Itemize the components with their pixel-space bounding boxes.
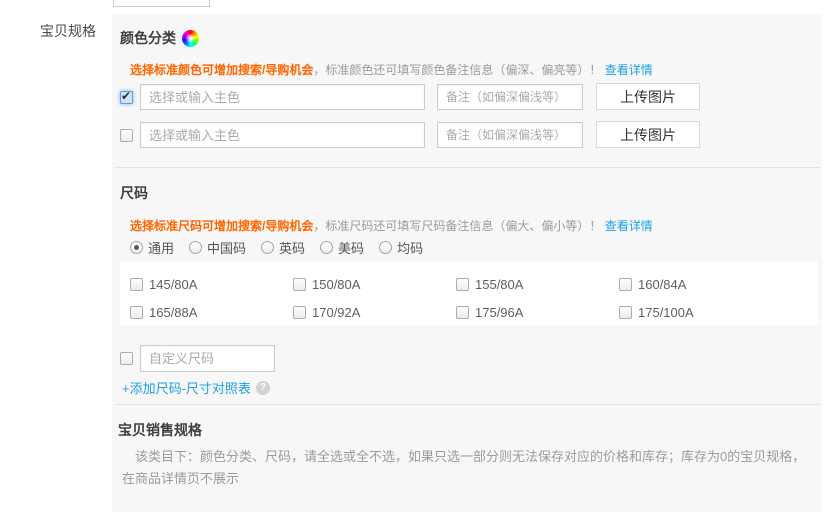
color-row-1: ✔ xyxy=(120,91,134,105)
upload-image-button[interactable]: 上传图片 xyxy=(596,121,700,148)
upload-image-button[interactable]: 上传图片 xyxy=(596,83,700,110)
radio-label: 通用 xyxy=(148,238,174,257)
custom-size-input[interactable] xyxy=(140,345,275,372)
size-standard-option[interactable]: 美码 xyxy=(320,238,364,257)
size-standard-option[interactable]: 通用 xyxy=(130,238,174,257)
size-option[interactable]: 145/80A xyxy=(130,270,293,298)
radio-icon[interactable] xyxy=(320,241,333,254)
radio-label: 中国码 xyxy=(207,238,246,257)
size-detail-link[interactable]: 查看详情 xyxy=(605,219,653,233)
help-icon[interactable]: ? xyxy=(256,381,270,395)
add-size-chart-link[interactable]: +添加尺码-尺寸对照表 xyxy=(122,378,251,397)
custom-size-row xyxy=(120,352,134,366)
size-standard-radios: 通用 中国码 英码 美码 均码 xyxy=(130,238,423,257)
size-notice: 选择标准尺码可增加搜索/导购机会，标准尺码还可填写尺码备注信息（偏大、偏小等）！… xyxy=(130,217,653,234)
divider xyxy=(114,404,820,405)
color-notice-highlight: 选择标准颜色可增加搜索/导购机会 xyxy=(130,63,313,77)
color-notice-rest: ，标准颜色还可填写颜色备注信息（偏深、偏亮等）！ xyxy=(313,63,601,77)
size-option[interactable]: 175/96A xyxy=(456,298,619,326)
size-checkbox[interactable] xyxy=(293,278,306,291)
size-options-grid: 145/80A 150/80A 155/80A 160/84A 165/88A … xyxy=(120,262,818,325)
size-label: 145/80A xyxy=(149,277,197,292)
color-row-checkbox[interactable]: ✔ xyxy=(120,91,133,104)
sales-section-title-text: 宝贝销售规格 xyxy=(118,420,202,440)
color-row-2 xyxy=(120,129,134,143)
size-standard-option[interactable]: 中国码 xyxy=(189,238,246,257)
size-checkbox[interactable] xyxy=(619,306,632,319)
size-label: 175/96A xyxy=(475,305,523,320)
color-section-title-text: 颜色分类 xyxy=(120,28,176,48)
size-checkbox[interactable] xyxy=(456,278,469,291)
size-option[interactable]: 150/80A xyxy=(293,270,456,298)
size-label: 155/80A xyxy=(475,277,523,292)
size-section-title-text: 尺码 xyxy=(120,183,148,203)
size-option[interactable]: 155/80A xyxy=(456,270,619,298)
main-color-input[interactable] xyxy=(140,84,425,110)
color-notice: 选择标准颜色可增加搜索/导购机会，标准颜色还可填写颜色备注信息（偏深、偏亮等）！… xyxy=(130,61,653,78)
size-checkbox[interactable] xyxy=(293,306,306,319)
sales-section-title: 宝贝销售规格 xyxy=(118,420,202,440)
size-notice-highlight: 选择标准尺码可增加搜索/导购机会 xyxy=(130,219,313,233)
size-standard-option[interactable]: 英码 xyxy=(261,238,305,257)
color-detail-link[interactable]: 查看详情 xyxy=(605,63,653,77)
size-label: 165/88A xyxy=(149,305,197,320)
color-wheel-icon xyxy=(182,30,199,47)
radio-label: 均码 xyxy=(397,238,423,257)
check-icon: ✔ xyxy=(121,89,131,103)
size-option[interactable]: 175/100A xyxy=(619,298,782,326)
radio-icon[interactable] xyxy=(130,241,143,254)
radio-icon[interactable] xyxy=(261,241,274,254)
divider xyxy=(114,167,820,168)
size-option[interactable]: 160/84A xyxy=(619,270,782,298)
size-section-title: 尺码 xyxy=(120,183,148,203)
radio-icon[interactable] xyxy=(379,241,392,254)
color-note-input[interactable] xyxy=(437,122,583,148)
size-label: 150/80A xyxy=(312,277,360,292)
sales-spec-description: 该类目下：颜色分类、尺码，请全选或全不选，如果只选一部分则无法保存对应的价格和库… xyxy=(122,446,816,490)
size-checkbox[interactable] xyxy=(456,306,469,319)
size-label: 175/100A xyxy=(638,305,694,320)
size-checkbox[interactable] xyxy=(619,278,632,291)
color-section-title: 颜色分类 xyxy=(120,28,199,48)
color-note-input[interactable] xyxy=(437,84,583,110)
page: 宝贝规格 颜色分类 选择标准颜色可增加搜索/导购机会，标准颜色还可填写颜色备注信… xyxy=(0,0,838,512)
radio-icon[interactable] xyxy=(189,241,202,254)
form-row-label: 宝贝规格 xyxy=(38,21,96,41)
item-spec-panel: 颜色分类 选择标准颜色可增加搜索/导购机会，标准颜色还可填写颜色备注信息（偏深、… xyxy=(112,14,822,512)
size-standard-option[interactable]: 均码 xyxy=(379,238,423,257)
add-size-chart-row: +添加尺码-尺寸对照表 ? xyxy=(122,378,270,397)
size-checkbox[interactable] xyxy=(130,306,143,319)
size-label: 160/84A xyxy=(638,277,686,292)
radio-label: 美码 xyxy=(338,238,364,257)
size-notice-rest: ，标准尺码还可填写尺码备注信息（偏大、偏小等）！ xyxy=(313,219,601,233)
size-option[interactable]: 170/92A xyxy=(293,298,456,326)
truncated-input-above[interactable] xyxy=(113,0,210,7)
radio-label: 英码 xyxy=(279,238,305,257)
color-row-checkbox[interactable] xyxy=(120,129,133,142)
size-label: 170/92A xyxy=(312,305,360,320)
custom-size-checkbox[interactable] xyxy=(120,352,133,365)
main-color-input[interactable] xyxy=(140,122,425,148)
size-option[interactable]: 165/88A xyxy=(130,298,293,326)
size-checkbox[interactable] xyxy=(130,278,143,291)
